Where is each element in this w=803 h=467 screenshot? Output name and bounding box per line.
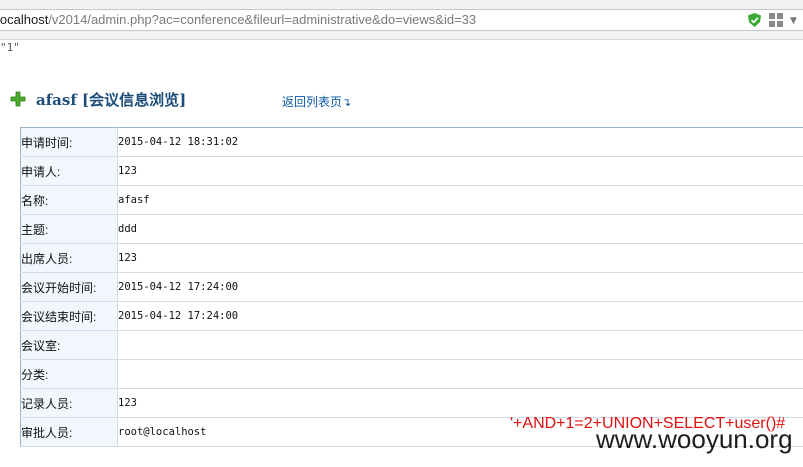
address-bar: localhost/v2014/admin.php?ac=conference&… <box>0 0 803 40</box>
field-label: 申请时间: <box>20 127 118 157</box>
echo-output: "1" <box>0 41 20 54</box>
url-field[interactable]: localhost/v2014/admin.php?ac=conference&… <box>0 9 803 31</box>
back-to-list-link[interactable]: 返回列表页↴ <box>282 93 351 110</box>
field-value <box>117 330 803 360</box>
field-value: 123 <box>117 156 803 186</box>
field-value: afasf <box>117 185 803 215</box>
table-row: 主题: ddd <box>20 214 803 244</box>
field-label: 记录人员: <box>20 388 118 418</box>
table-row: 会议开始时间: 2015-04-12 17:24:00 <box>20 272 803 302</box>
field-label: 主题: <box>20 214 118 244</box>
down-arrow-icon: ↴ <box>342 97 352 109</box>
url-host: localhost <box>0 12 49 27</box>
field-value: 2015-04-12 17:24:00 <box>117 272 803 302</box>
field-label: 申请人: <box>20 156 118 186</box>
page-title: afasf [会议信息浏览] <box>36 91 187 109</box>
field-value: ddd <box>117 214 803 244</box>
field-value: 2015-04-12 17:24:00 <box>117 301 803 331</box>
table-row: 分类: <box>20 359 803 389</box>
table-row: 申请人: 123 <box>20 156 803 186</box>
field-label: 会议室: <box>20 330 118 360</box>
table-row: 会议室: <box>20 330 803 360</box>
back-link-label: 返回列表页 <box>282 95 343 109</box>
field-label: 分类: <box>20 359 118 389</box>
field-label: 名称: <box>20 185 118 215</box>
url-path: /v2014/admin.php?ac=conference&fileurl=a… <box>48 12 477 27</box>
chevron-down-icon[interactable]: ▼ <box>790 16 797 26</box>
field-label: 出席人员: <box>20 243 118 273</box>
table-row: 出席人员: 123 <box>20 243 803 273</box>
url-text: localhost/v2014/admin.php?ac=conference&… <box>0 12 476 27</box>
table-row: 记录人员: 123 <box>20 388 803 418</box>
field-label: 会议开始时间: <box>20 272 118 302</box>
field-value: 123 <box>117 243 803 273</box>
shield-check-icon[interactable] <box>748 13 761 27</box>
grid-icon[interactable] <box>769 13 783 27</box>
field-value: 123 <box>117 388 803 418</box>
field-label: 会议结束时间: <box>20 301 118 331</box>
field-value: 2015-04-12 18:31:02 <box>117 127 803 157</box>
conference-info-table: 申请时间: 2015-04-12 18:31:02 申请人: 123 名称: afas… <box>20 127 803 447</box>
watermark: www.wooyun.org <box>596 424 793 454</box>
table-row: 名称: afasf <box>20 185 803 215</box>
field-label: 审批人员: <box>20 417 118 447</box>
field-value <box>117 359 803 389</box>
table-row: 会议结束时间: 2015-04-12 17:24:00 <box>20 301 803 331</box>
table-row: 申请时间: 2015-04-12 18:31:02 <box>20 127 803 157</box>
plus-icon <box>10 91 26 107</box>
